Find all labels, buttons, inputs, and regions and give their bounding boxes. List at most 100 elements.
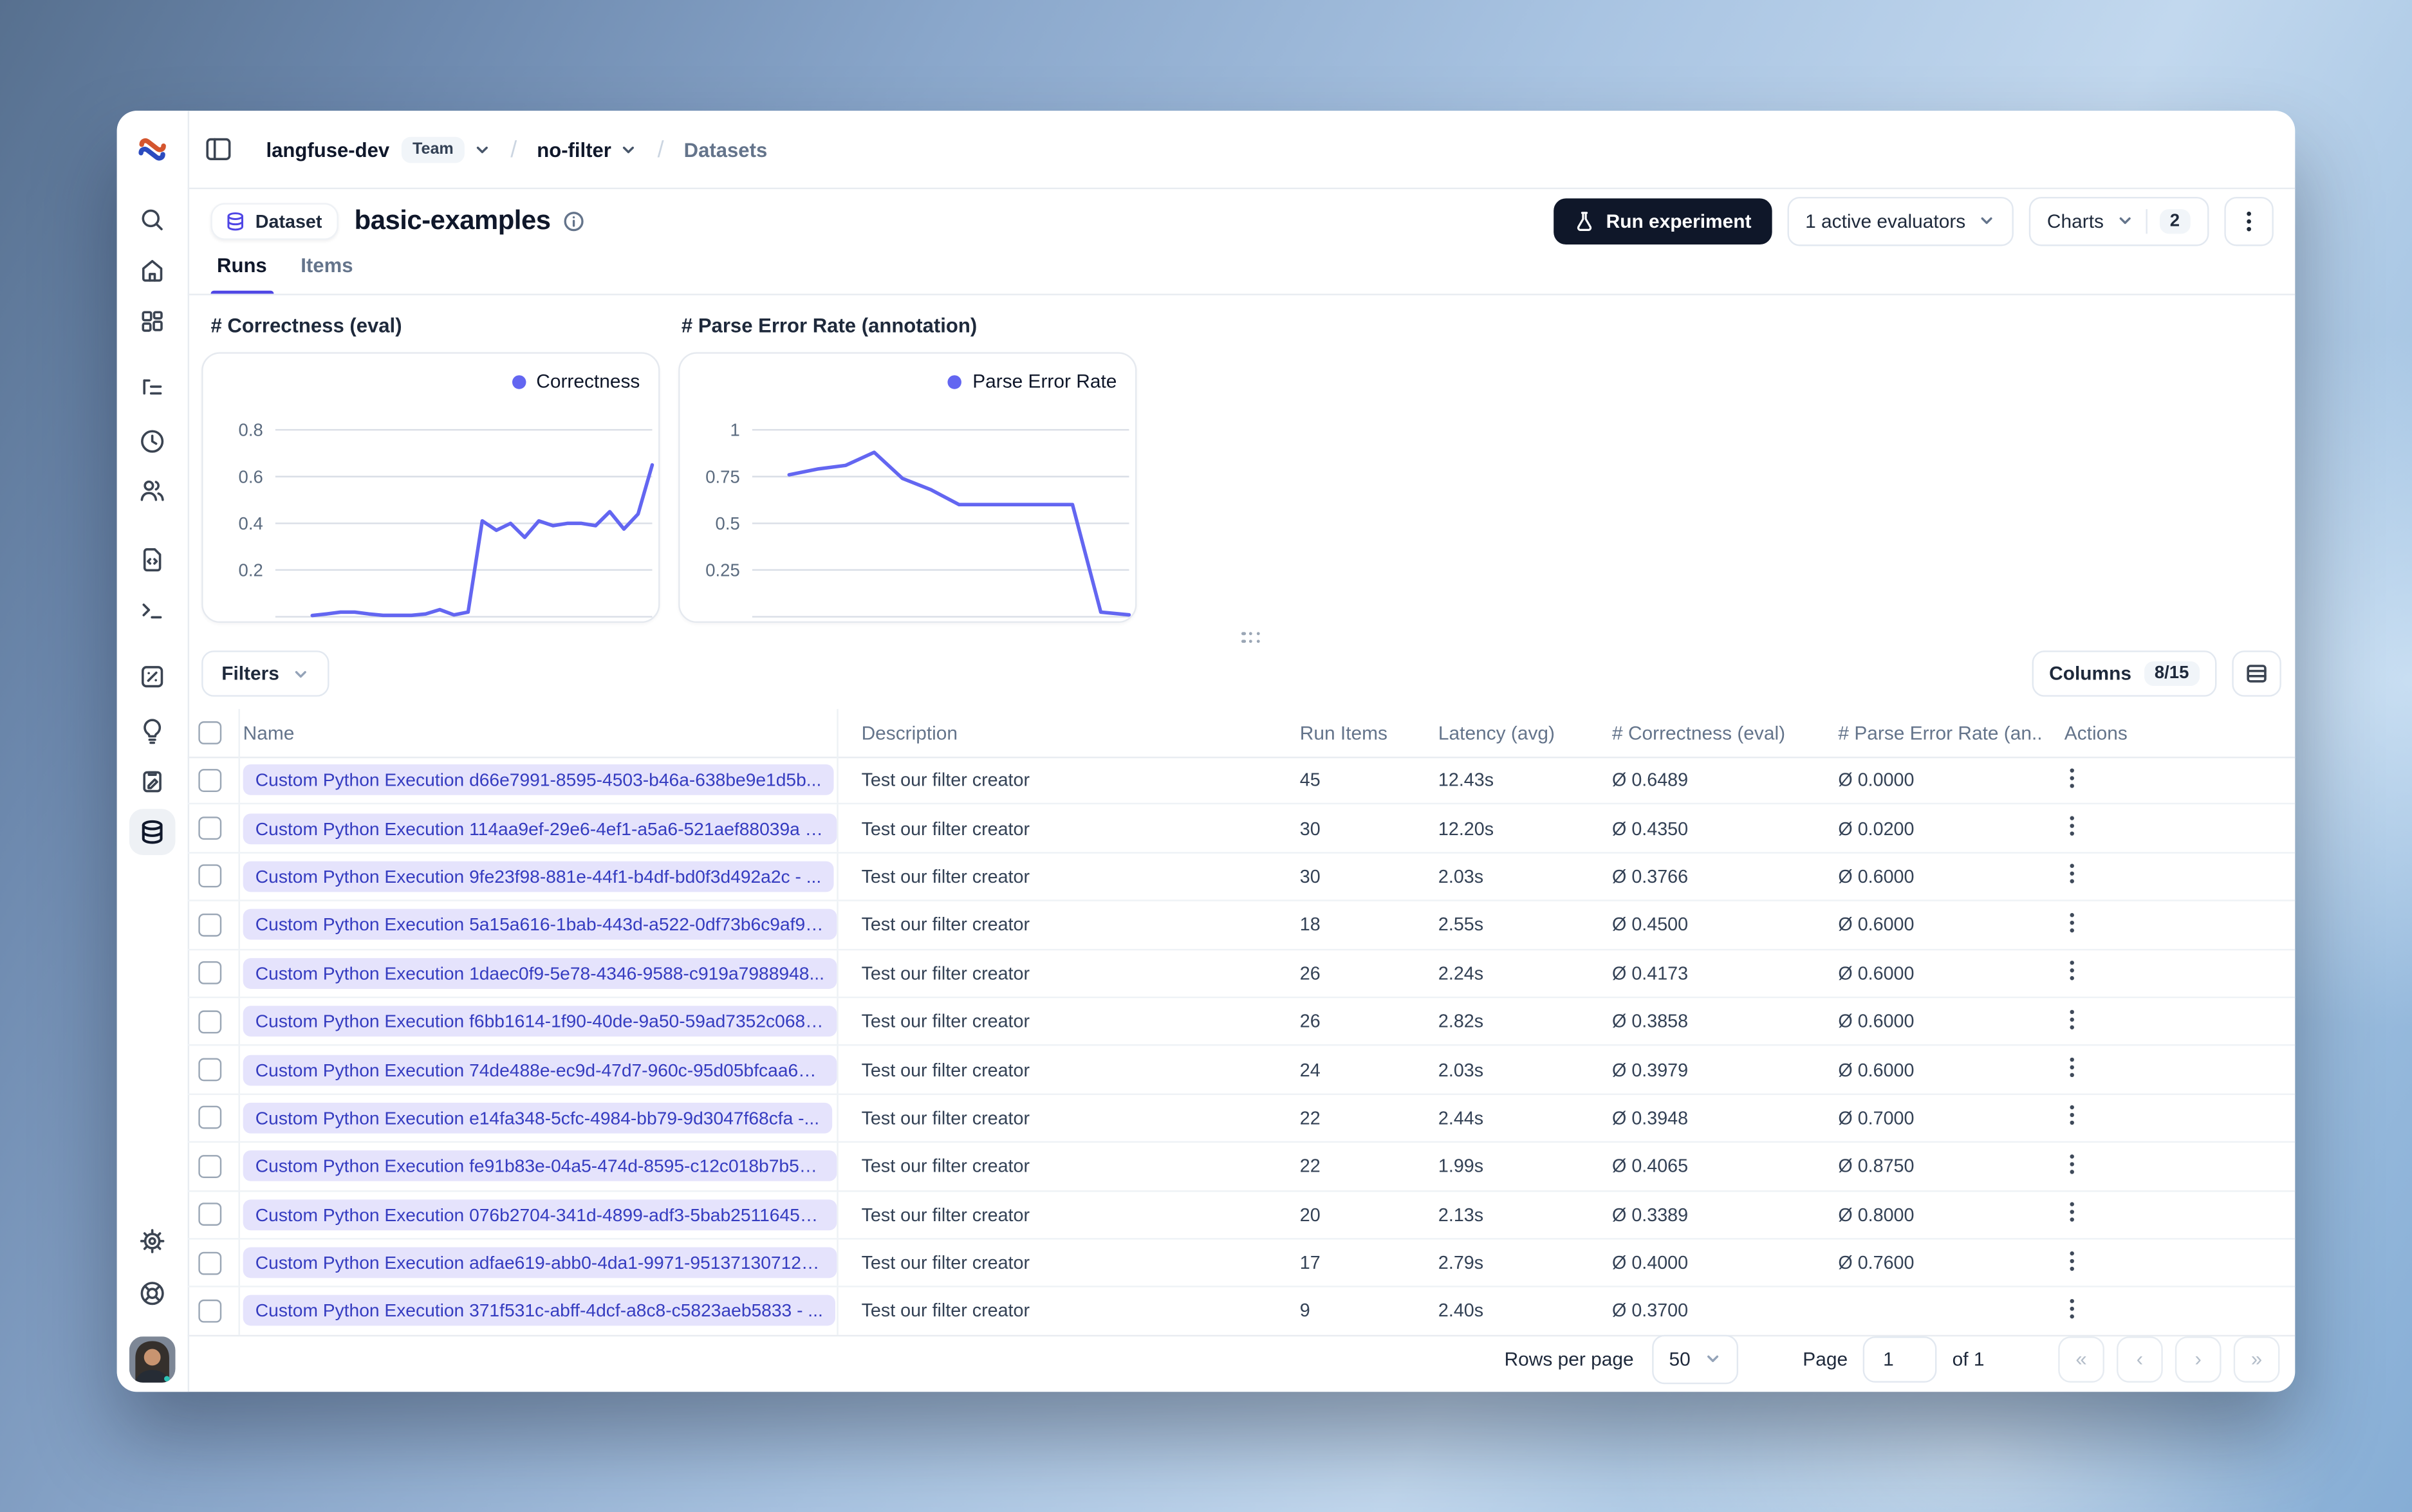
charts-dropdown[interactable]: Charts 2 (2028, 196, 2209, 246)
active-evaluators-dropdown[interactable]: 1 active evaluators (1786, 196, 2014, 246)
breadcrumb-org[interactable]: langfuse-dev (266, 138, 390, 161)
datasets-database-icon[interactable] (138, 818, 166, 846)
row-actions-kebab-icon[interactable] (2069, 1201, 2075, 1222)
search-icon[interactable] (138, 206, 166, 234)
langfuse-logo-icon[interactable] (135, 135, 169, 166)
row-height-button[interactable] (2232, 650, 2281, 697)
chevron-down-icon[interactable] (620, 141, 637, 158)
prev-page-button[interactable]: ‹ (2117, 1335, 2163, 1382)
column-header-correctness[interactable]: # Correctness (eval) (1589, 722, 1815, 743)
sidebar-toggle-icon[interactable] (203, 134, 234, 165)
chevron-down-icon[interactable] (474, 141, 490, 158)
row-checkbox[interactable] (198, 913, 222, 937)
row-checkbox[interactable] (198, 1251, 222, 1275)
row-actions-kebab-icon[interactable] (2069, 912, 2075, 933)
row-actions-kebab-icon[interactable] (2069, 863, 2075, 885)
row-actions-kebab-icon[interactable] (2069, 767, 2075, 788)
run-name-badge[interactable]: Custom Python Execution f6bb1614-1f90-40… (243, 1006, 837, 1037)
column-header-description[interactable]: Description (839, 722, 1277, 743)
evaluation-percent-icon[interactable] (138, 663, 166, 690)
run-parse-error-value: Ø 0.8750 (1838, 1155, 1915, 1177)
row-actions-kebab-icon[interactable] (2069, 1249, 2075, 1271)
filters-button[interactable]: Filters (201, 650, 329, 697)
row-actions-kebab-icon[interactable] (2069, 1008, 2075, 1029)
row-actions-kebab-icon[interactable] (2069, 1056, 2075, 1078)
annotation-clipboard-pen-icon[interactable] (138, 768, 166, 795)
table-row[interactable]: Custom Python Execution 5a15a616-1bab-44… (187, 901, 2296, 950)
home-icon[interactable] (138, 257, 166, 284)
table-row[interactable]: Custom Python Execution 74de488e-ec9d-47… (187, 1046, 2296, 1095)
sessions-clock-icon[interactable] (138, 428, 166, 456)
dataset-type-badge: Dataset (210, 202, 339, 239)
run-name-badge[interactable]: Custom Python Execution 076b2704-341d-48… (243, 1199, 837, 1230)
rows-per-page-select[interactable]: 50 (1652, 1334, 1738, 1384)
table-row[interactable]: Custom Python Execution adfae619-abb0-4d… (187, 1239, 2296, 1288)
page-number-input[interactable] (1862, 1335, 1937, 1382)
column-header-parse-error[interactable]: # Parse Error Rate (an... (1815, 722, 2041, 743)
table-row[interactable]: Custom Python Execution fe91b83e-04a5-47… (187, 1143, 2296, 1192)
row-checkbox[interactable] (198, 1154, 222, 1178)
tab-items[interactable]: Items (295, 254, 359, 293)
playground-terminal-icon[interactable] (138, 596, 166, 624)
table-row[interactable]: Custom Python Execution 1daec0f9-5e78-43… (187, 950, 2296, 999)
row-actions-kebab-icon[interactable] (2069, 1153, 2075, 1174)
table-row[interactable]: Custom Python Execution e14fa348-5cfc-49… (187, 1094, 2296, 1143)
info-icon[interactable] (563, 210, 584, 231)
run-name-badge[interactable]: Custom Python Execution 371f531c-abff-4d… (243, 1295, 835, 1327)
column-header-latency[interactable]: Latency (avg) (1415, 722, 1589, 743)
first-page-button[interactable]: « (2058, 1335, 2104, 1382)
select-all-checkbox[interactable] (198, 721, 222, 744)
breadcrumb-project[interactable]: no-filter (537, 138, 611, 161)
user-avatar[interactable] (129, 1336, 176, 1383)
resize-handle[interactable] (1240, 629, 1263, 648)
settings-gear-icon[interactable] (138, 1227, 166, 1255)
row-actions-kebab-icon[interactable] (2069, 815, 2075, 836)
row-checkbox[interactable] (198, 865, 222, 889)
run-name-badge[interactable]: Custom Python Execution 1daec0f9-5e78-43… (243, 957, 837, 989)
chart-title-correctness: # Correctness (eval) (210, 313, 402, 337)
page-actions-kebab-button[interactable] (2224, 196, 2274, 246)
column-header-run-items[interactable]: Run Items (1277, 722, 1415, 743)
table-row[interactable]: Custom Python Execution d66e7991-8595-45… (187, 757, 2296, 806)
run-name-badge[interactable]: Custom Python Execution 5a15a616-1bab-44… (243, 909, 837, 941)
dashboard-icon[interactable] (138, 308, 166, 335)
row-checkbox[interactable] (198, 1010, 222, 1033)
run-experiment-button[interactable]: Run experiment (1554, 198, 1772, 244)
run-name-badge[interactable]: Custom Python Execution 9fe23f98-881e-44… (243, 861, 834, 892)
prompts-file-code-icon[interactable] (138, 546, 166, 574)
chevron-down-icon (1980, 217, 1992, 225)
run-latency-value: 12.20s (1438, 817, 1494, 840)
next-page-button[interactable]: › (2175, 1335, 2222, 1382)
row-checkbox[interactable] (198, 961, 222, 985)
columns-button[interactable]: Columns 8/15 (2032, 650, 2217, 697)
row-actions-kebab-icon[interactable] (2069, 960, 2075, 981)
run-name-badge[interactable]: Custom Python Execution d66e7991-8595-45… (243, 764, 834, 796)
table-row[interactable]: Custom Python Execution 076b2704-341d-48… (187, 1191, 2296, 1240)
row-checkbox[interactable] (198, 1203, 222, 1226)
row-checkbox[interactable] (198, 1299, 222, 1323)
row-actions-kebab-icon[interactable] (2069, 1105, 2075, 1126)
run-name-badge[interactable]: Custom Python Execution e14fa348-5cfc-49… (243, 1102, 832, 1134)
row-checkbox[interactable] (198, 1058, 222, 1082)
run-name-badge[interactable]: Custom Python Execution 74de488e-ec9d-47… (243, 1054, 837, 1085)
tab-runs[interactable]: Runs (210, 254, 273, 294)
row-checkbox[interactable] (198, 816, 222, 840)
row-checkbox[interactable] (198, 768, 222, 792)
insights-lightbulb-icon[interactable] (138, 717, 166, 744)
run-name-badge[interactable]: Custom Python Execution adfae619-abb0-4d… (243, 1247, 837, 1278)
tracing-tree-icon[interactable] (138, 375, 166, 403)
last-page-button[interactable]: » (2233, 1335, 2280, 1382)
run-correctness-value: Ø 0.6489 (1612, 769, 1689, 791)
table-row[interactable]: Custom Python Execution 114aa9ef-29e6-4e… (187, 805, 2296, 854)
row-checkbox[interactable] (198, 1106, 222, 1130)
support-lifebuoy-icon[interactable] (138, 1280, 166, 1307)
flask-icon (1577, 211, 1592, 230)
row-actions-kebab-icon[interactable] (2069, 1298, 2075, 1319)
table-row[interactable]: Custom Python Execution 9fe23f98-881e-44… (187, 853, 2296, 902)
run-name-badge[interactable]: Custom Python Execution 114aa9ef-29e6-4e… (243, 813, 837, 844)
column-header-name[interactable]: Name (240, 708, 839, 757)
table-row[interactable]: Custom Python Execution f6bb1614-1f90-40… (187, 998, 2296, 1047)
users-icon[interactable] (138, 477, 166, 504)
run-name-badge[interactable]: Custom Python Execution fe91b83e-04a5-47… (243, 1150, 837, 1182)
breadcrumb-section[interactable]: Datasets (684, 138, 768, 161)
